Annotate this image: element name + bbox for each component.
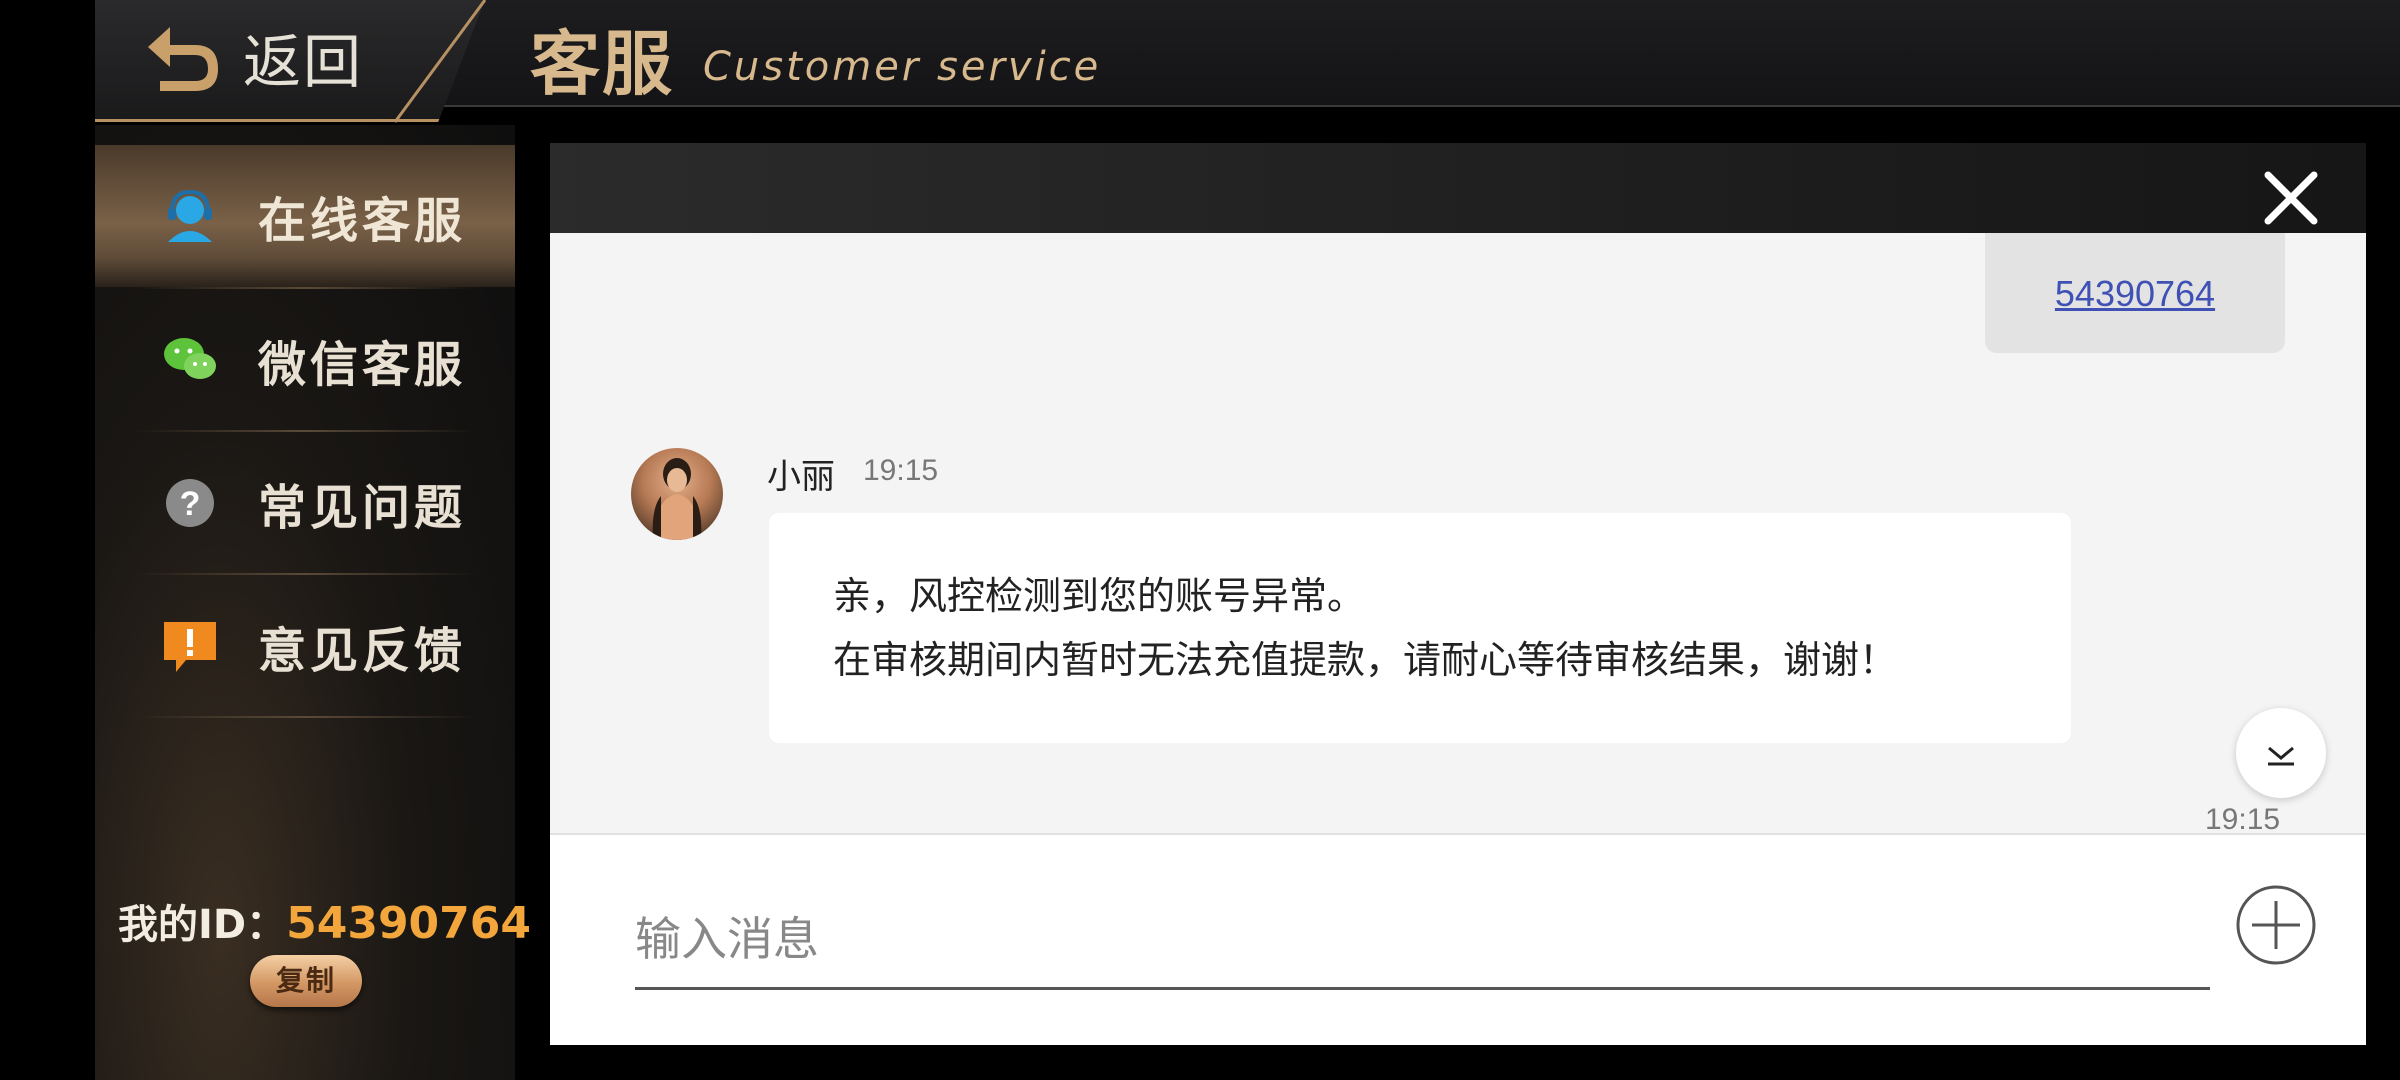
message-composer (550, 833, 2366, 1045)
chat-messages[interactable]: 54390764 小丽 19:15 亲，风控检测到您的账号异常。 在审核期间内暂… (550, 233, 2366, 833)
sidebar-item-online-service[interactable]: 在线客服 (95, 145, 515, 287)
my-id: 我的ID：54390764 (118, 892, 531, 950)
back-label: 返回 (243, 28, 364, 96)
page-title: 客服 (530, 23, 674, 105)
back-button[interactable]: 返回 (140, 12, 363, 102)
add-icon[interactable] (2234, 883, 2318, 967)
sidebar-item-faq[interactable]: ? 常见问题 (95, 432, 515, 574)
back-arrow-icon (148, 27, 218, 91)
sidebar-item-label: 在线客服 (258, 193, 467, 249)
question-icon: ? (166, 479, 214, 527)
agent-name: 小丽 (767, 457, 835, 497)
message-text-line: 在审核期间内暂时无法充值提款，请耐心等待审核结果，谢谢！ (833, 638, 1898, 682)
sidebar-item-wechat-service[interactable]: 微信客服 (95, 289, 515, 431)
my-id-value: 54390764 (286, 898, 532, 949)
sidebar-item-label: 常见问题 (258, 480, 467, 536)
divider (135, 716, 475, 718)
customer-service-icon (168, 189, 212, 242)
sidebar-item-label: 意见反馈 (258, 623, 467, 679)
page-subtitle: Customer service (703, 44, 1102, 90)
sidebar-item-feedback[interactable]: 意见反馈 (95, 575, 515, 717)
message-input[interactable] (635, 890, 2210, 990)
scroll-to-bottom-button[interactable] (2236, 708, 2326, 798)
close-icon[interactable] (2258, 165, 2324, 231)
sent-message-bubble: 54390764 (1985, 233, 2285, 353)
message-timestamp: 19:15 (863, 454, 939, 487)
copy-button[interactable]: 复制 (250, 955, 362, 1007)
wechat-icon (164, 338, 216, 379)
chat-header (550, 143, 2366, 233)
message-timestamp: 19:15 (2205, 803, 2281, 833)
agent-photo (652, 458, 702, 540)
chevron-down-icon (2268, 746, 2294, 766)
sent-message-link[interactable]: 54390764 (1985, 273, 2285, 315)
received-message-bubble: 亲，风控检测到您的账号异常。 在审核期间内暂时无法充值提款，请耐心等待审核结果，… (769, 513, 2071, 743)
message-text-line: 亲，风控检测到您的账号异常。 (833, 574, 1366, 618)
avatar[interactable] (631, 448, 723, 540)
my-id-label: 我的ID： (118, 902, 287, 948)
feedback-icon (164, 622, 216, 672)
sidebar-item-label: 微信客服 (258, 337, 467, 393)
svg-text:?: ? (180, 485, 201, 523)
